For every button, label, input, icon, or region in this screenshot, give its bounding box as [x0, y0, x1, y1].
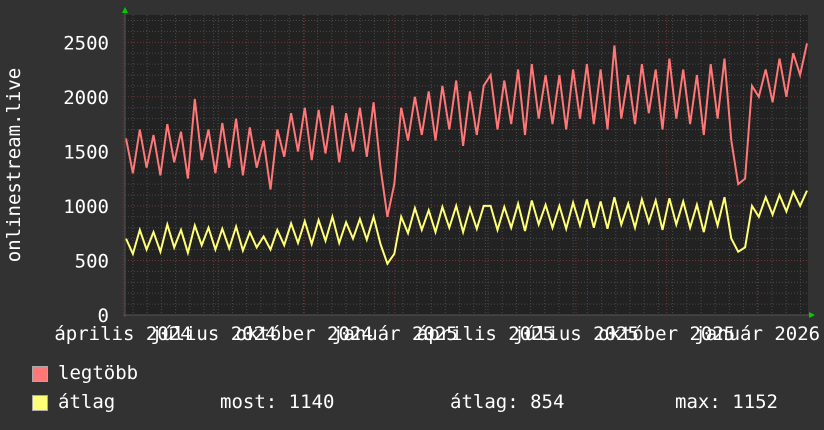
stat-max: max: 1152 — [675, 391, 778, 413]
legend-swatch-legtobb — [32, 366, 48, 382]
y-tick-label: 1500 — [63, 141, 109, 163]
legend-swatch-atlag — [32, 395, 48, 411]
y-tick-label: 0 — [98, 305, 109, 327]
legend-label-legtobb: legtöbb — [58, 362, 139, 384]
x-tick-label: január 2026 — [694, 323, 820, 345]
y-tick-label: 2500 — [63, 32, 109, 54]
plot-background — [125, 15, 808, 315]
stat-most: most: 1140 — [220, 391, 335, 413]
legend-label-atlag: átlag — [58, 391, 116, 413]
x-axis-arrow-icon — [809, 312, 815, 318]
y-axis-label: onlinestream.live — [3, 68, 25, 262]
chart: április 2024 július 2024 október 2024 januá… — [0, 0, 824, 430]
y-tick-label: 1000 — [63, 196, 109, 218]
y-tick-label: 2000 — [63, 87, 109, 109]
y-tick-label: 500 — [75, 250, 109, 272]
stat-atlag: átlag: 854 — [450, 391, 565, 413]
y-axis-arrow-icon — [122, 7, 128, 13]
